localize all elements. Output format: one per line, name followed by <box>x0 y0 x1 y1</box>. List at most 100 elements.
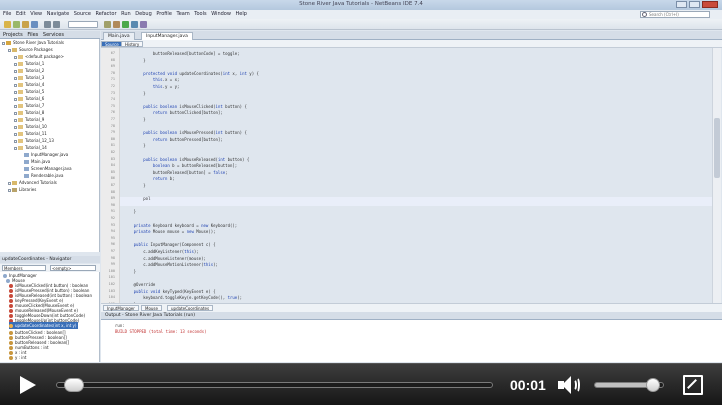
tree-node[interactable]: Tutorial_4 <box>14 82 44 88</box>
tree-node[interactable]: Tutorial_11 <box>14 131 47 137</box>
menu-file[interactable]: File <box>3 10 11 19</box>
tree-node[interactable]: ScreenManager.java <box>24 166 72 172</box>
open-project-icon[interactable] <box>22 21 29 28</box>
debug-icon[interactable] <box>131 21 138 28</box>
undo-icon[interactable] <box>44 21 51 28</box>
menu-team[interactable]: Team <box>176 10 189 19</box>
code-line[interactable]: keyboard.toggleKey(e.getKeyCode(), true)… <box>124 294 242 301</box>
breadcrumb-item[interactable]: InputManager <box>103 305 139 311</box>
folder-icon <box>12 48 17 52</box>
tree-node[interactable]: Tutorial_3 <box>14 75 44 81</box>
line-number: 93 <box>110 222 115 227</box>
line-number: 95 <box>110 235 115 240</box>
tree-node[interactable]: InputManager.java <box>24 152 68 158</box>
code-editor[interactable]: buttonReleased[buttonCode] = toggle; } p… <box>120 48 712 303</box>
menu-debug[interactable]: Debug <box>135 10 151 19</box>
menu-source[interactable]: Source <box>74 10 91 19</box>
menu-profile[interactable]: Profile <box>156 10 172 19</box>
line-number: 98 <box>110 255 115 260</box>
run-icon[interactable] <box>122 21 129 28</box>
code-line[interactable]: } <box>124 57 145 64</box>
tree-node[interactable]: Renderable.java <box>24 173 63 179</box>
code-line[interactable]: } <box>124 268 136 275</box>
menu-run[interactable]: Run <box>121 10 131 19</box>
tree-node[interactable]: Source Packages <box>8 47 53 53</box>
breadcrumb-item[interactable]: updateCoordinates <box>167 305 214 311</box>
tree-node[interactable]: Tutorial_8 <box>14 110 44 116</box>
code-line[interactable]: } <box>124 208 136 215</box>
config-select[interactable] <box>68 21 98 28</box>
breadcrumb: InputManager Mouse updateCoordinates <box>101 303 722 312</box>
close-button[interactable] <box>702 1 718 8</box>
code-line[interactable]: } <box>124 182 145 189</box>
play-button[interactable] <box>16 374 38 396</box>
tab-files[interactable]: Files <box>27 31 38 39</box>
tree-node[interactable]: Tutorial_1 <box>14 61 44 67</box>
scrollbar-thumb[interactable] <box>714 118 720 178</box>
volume-thumb[interactable] <box>645 378 660 392</box>
scope-select[interactable]: <empty> <box>50 265 96 271</box>
tab-services[interactable]: Services <box>43 31 64 39</box>
code-line[interactable]: } <box>124 116 145 123</box>
list-item-selected[interactable]: updateCoordinates(int x, int y) <box>9 322 79 329</box>
menu-edit[interactable]: Edit <box>16 10 26 19</box>
tree-node[interactable]: Tutorial_5 <box>14 89 44 95</box>
code-line[interactable]: c.addMouseMotionListener(this); <box>124 261 218 268</box>
seek-bar[interactable] <box>56 378 493 392</box>
menu-navigate[interactable]: Navigate <box>47 10 69 19</box>
maximize-button[interactable] <box>689 1 700 8</box>
tree-node[interactable]: Tutorial_2 <box>14 68 44 74</box>
list-item[interactable]: y : int <box>9 354 26 361</box>
search-input[interactable]: Search (Ctrl+I) <box>640 11 710 18</box>
library-icon <box>12 188 17 192</box>
members-select[interactable]: Members <box>2 265 46 271</box>
new-file-icon[interactable] <box>13 21 20 28</box>
output-header[interactable]: Output - Stone River Java Tutorials (run… <box>101 312 722 320</box>
seek-thumb[interactable] <box>63 378 84 392</box>
window-title-bar: Stone River Java Tutorials - NetBeans ID… <box>0 0 722 10</box>
redo-icon[interactable] <box>53 21 60 28</box>
history-view-button[interactable]: History <box>121 41 144 47</box>
tree-node[interactable]: Stone River Java Tutorials <box>2 40 64 46</box>
java-file-icon <box>24 160 29 164</box>
save-all-icon[interactable] <box>31 21 38 28</box>
tree-node[interactable]: Tutorial_9 <box>14 117 44 123</box>
tree-node[interactable]: Tutorial_10 <box>14 124 47 130</box>
package-icon <box>18 125 23 129</box>
tree-node[interactable]: Tutorial_12_13 <box>14 138 54 144</box>
tab-main-java[interactable]: Main.java <box>103 32 135 40</box>
tree-node[interactable]: Advanced Tutorials <box>8 180 57 186</box>
menu-window[interactable]: Window <box>211 10 231 19</box>
menu-tools[interactable]: Tools <box>194 10 206 19</box>
fullscreen-button[interactable] <box>683 375 703 395</box>
tree-node[interactable]: <default package> <box>14 54 64 60</box>
tab-projects[interactable]: Projects <box>3 31 23 39</box>
tree-node[interactable]: Tutorial_7 <box>14 103 44 109</box>
search-placeholder: Search (Ctrl+I) <box>649 12 679 17</box>
menu-view[interactable]: View <box>30 10 42 19</box>
editor-scrollbar[interactable] <box>712 48 721 303</box>
profile-icon[interactable] <box>140 21 147 28</box>
volume-icon[interactable] <box>558 375 582 395</box>
tree-node[interactable]: Tutorial_6 <box>14 96 44 102</box>
volume-slider[interactable] <box>594 378 664 392</box>
tree-node[interactable]: Libraries <box>8 187 36 193</box>
code-line[interactable]: pol <box>124 195 150 202</box>
source-view-button[interactable]: Source <box>101 41 123 47</box>
tree-node[interactable]: Main.java <box>24 159 50 165</box>
line-number: 86 <box>110 176 115 181</box>
minimize-button[interactable] <box>676 1 687 8</box>
menu-refactor[interactable]: Refactor <box>96 10 117 19</box>
code-line[interactable]: private Mouse mouse = new Mouse(); <box>124 228 216 235</box>
code-line[interactable]: } <box>124 142 145 149</box>
breadcrumb-item[interactable]: Mouse <box>141 305 162 311</box>
code-line[interactable]: } <box>124 90 145 97</box>
new-project-icon[interactable] <box>4 21 11 28</box>
java-file-icon <box>24 153 29 157</box>
line-number: 101 <box>108 275 115 280</box>
tab-inputmanager-java[interactable]: InputManager.java <box>141 32 193 40</box>
clean-build-icon[interactable] <box>113 21 120 28</box>
menu-help[interactable]: Help <box>236 10 247 19</box>
tree-node[interactable]: Tutorial_14 <box>14 145 47 151</box>
build-icon[interactable] <box>104 21 111 28</box>
